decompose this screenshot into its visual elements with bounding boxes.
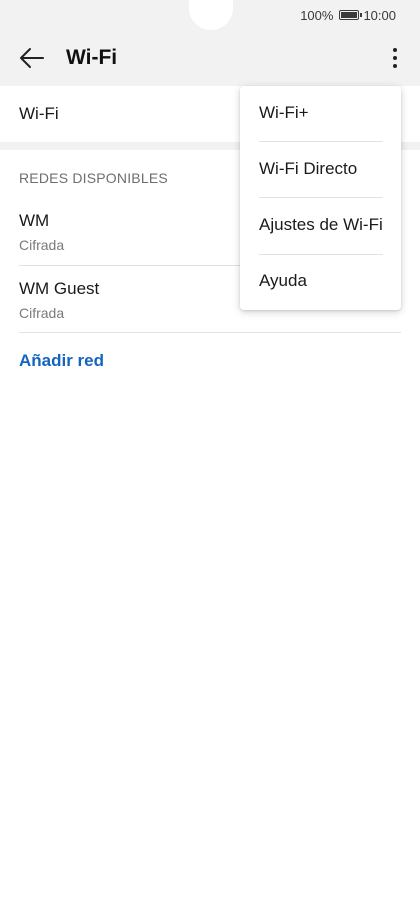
divider xyxy=(19,332,401,333)
menu-item-label: Wi-Fi+ xyxy=(259,103,309,122)
top-area: 100% 10:00 Wi-Fi xyxy=(0,0,420,86)
more-vertical-icon xyxy=(393,48,397,52)
wifi-settings-screen: 100% 10:00 Wi-Fi Wi-Fi REDES DISPONIBLES… xyxy=(0,0,420,910)
more-vertical-icon-dot xyxy=(393,64,397,68)
menu-item-label: Ajustes de Wi-Fi xyxy=(259,215,383,234)
network-security: Cifrada xyxy=(19,305,65,321)
network-name: WM Guest xyxy=(19,279,100,298)
page-title: Wi-Fi xyxy=(66,46,118,69)
menu-item-wifi-plus[interactable]: Wi-Fi+ xyxy=(240,86,401,142)
arrow-left-icon xyxy=(20,48,44,68)
status-time: 10:00 xyxy=(363,7,396,23)
battery-percent: 100% xyxy=(300,7,334,23)
menu-item-help[interactable]: Ayuda xyxy=(240,254,401,310)
menu-item-wifi-direct[interactable]: Wi-Fi Directo xyxy=(240,142,401,198)
app-bar: Wi-Fi xyxy=(0,30,420,86)
back-button[interactable] xyxy=(18,45,46,71)
menu-item-label: Ayuda xyxy=(259,271,307,290)
more-options-button[interactable] xyxy=(384,44,406,72)
network-name: WM xyxy=(19,211,50,230)
battery-icon xyxy=(339,10,363,20)
camera-notch xyxy=(189,0,233,30)
menu-item-label: Wi-Fi Directo xyxy=(259,159,358,178)
more-vertical-icon-dot xyxy=(393,56,397,60)
status-bar: 100% 10:00 xyxy=(300,7,396,23)
add-network-link[interactable]: Añadir red xyxy=(19,351,104,371)
menu-item-wifi-settings[interactable]: Ajustes de Wi-Fi xyxy=(240,198,401,254)
available-networks-header: REDES DISPONIBLES xyxy=(19,170,168,186)
overflow-menu: Wi-Fi+ Wi-Fi Directo Ajustes de Wi-Fi Ay… xyxy=(240,86,401,310)
wifi-toggle-label: Wi-Fi xyxy=(19,104,59,123)
network-security: Cifrada xyxy=(19,237,65,253)
